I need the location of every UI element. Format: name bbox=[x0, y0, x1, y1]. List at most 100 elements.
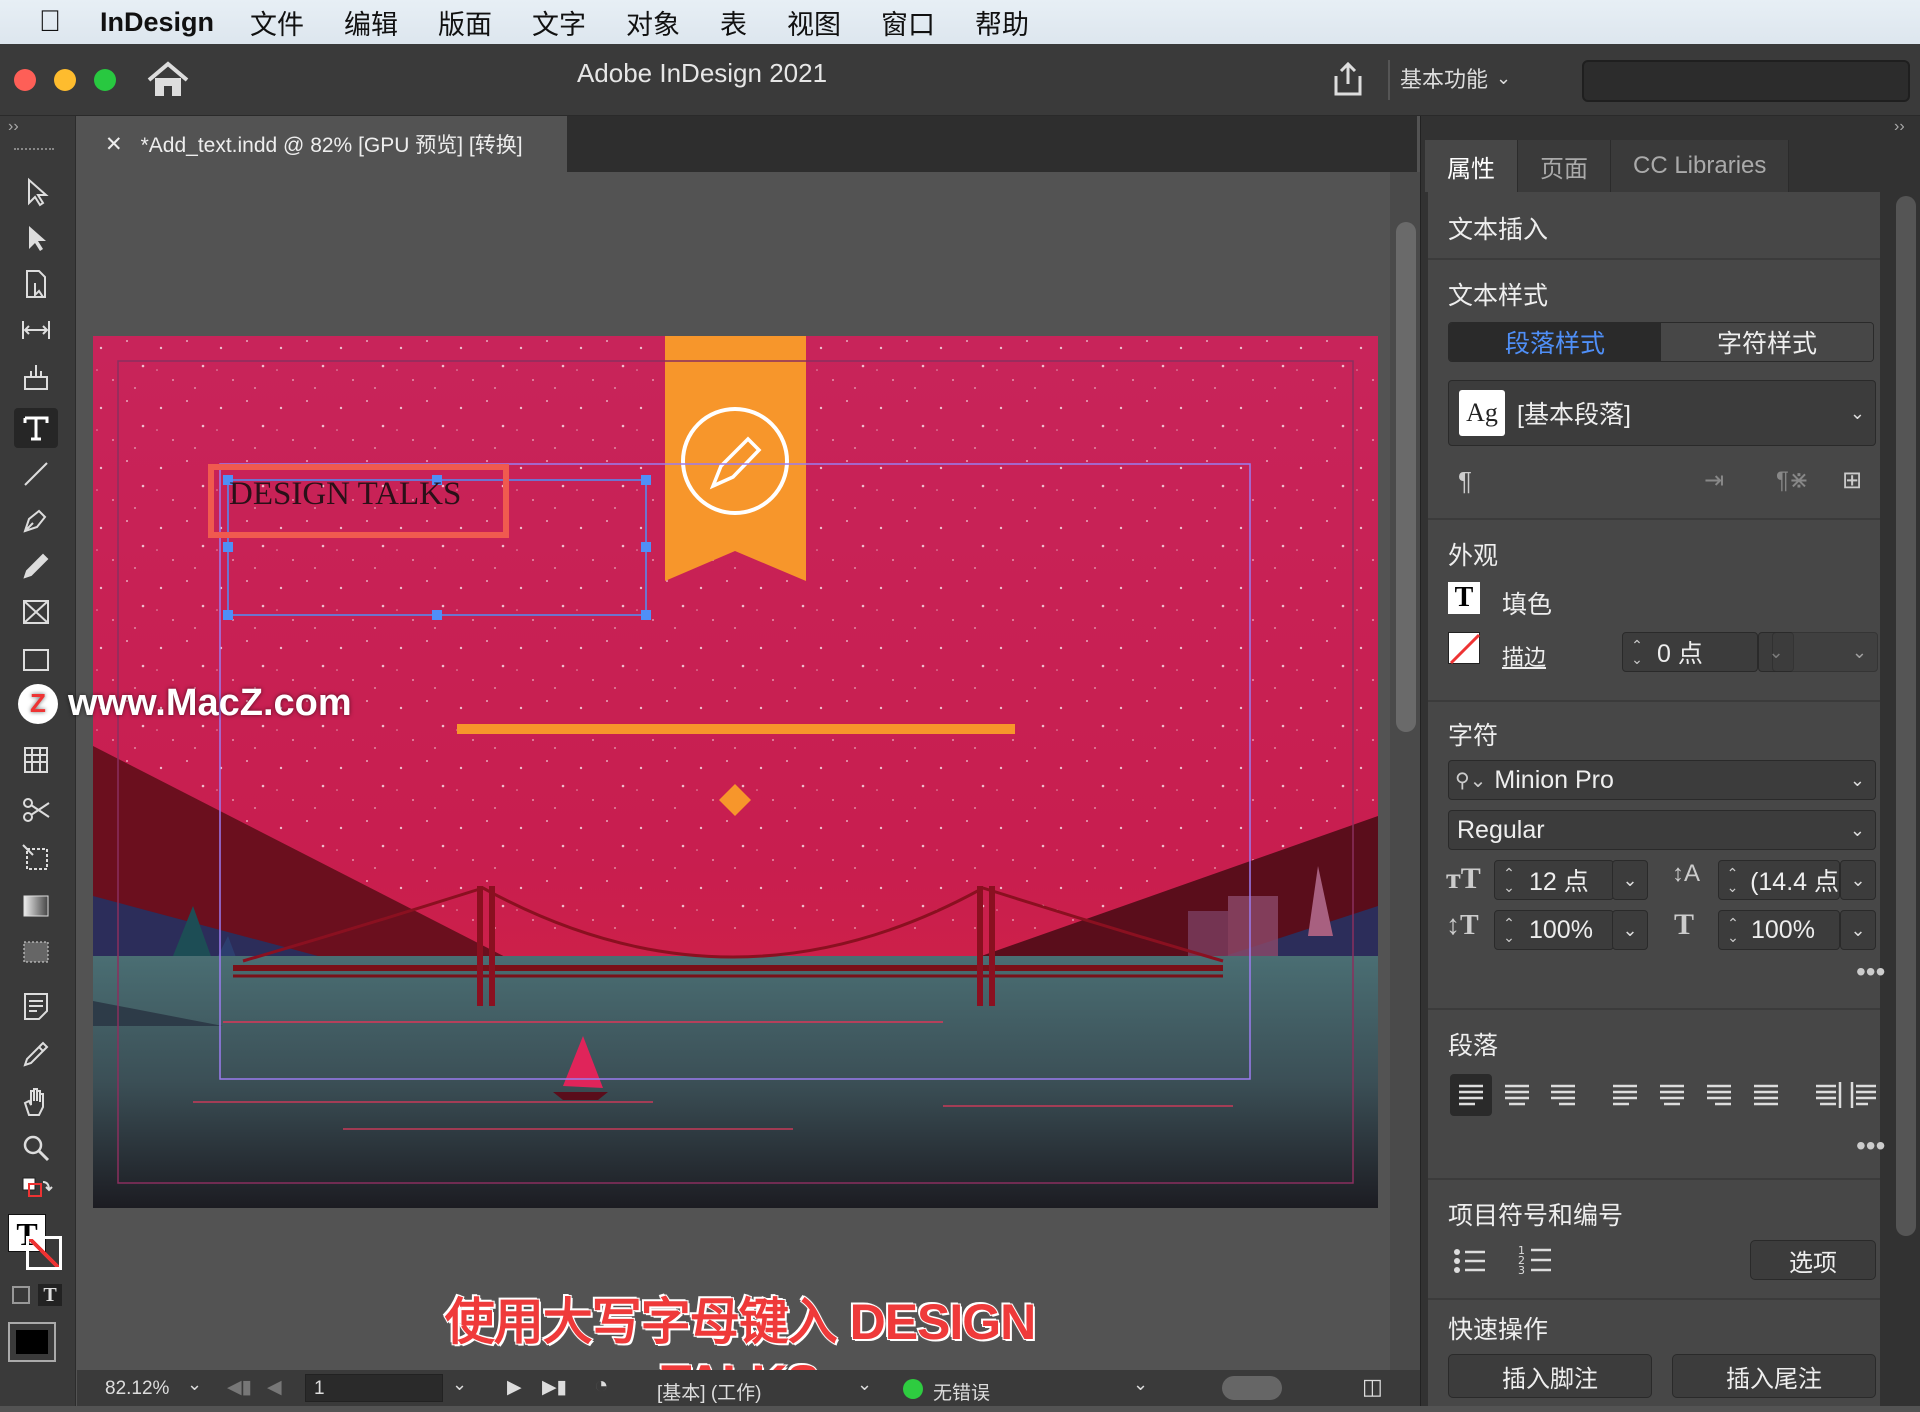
horizontal-scrollbar-thumb[interactable] bbox=[1222, 1376, 1282, 1400]
note-tool-icon[interactable] bbox=[14, 986, 58, 1026]
toolbar-grip[interactable] bbox=[14, 148, 54, 152]
leading-dropdown[interactable]: ⌄ bbox=[1840, 860, 1876, 900]
stepper-icon[interactable]: ⌃ ⌄ bbox=[1495, 866, 1523, 894]
direct-selection-tool-icon[interactable] bbox=[14, 218, 58, 258]
scrollbar-thumb[interactable] bbox=[1396, 222, 1416, 732]
stepper-icon[interactable]: ⌃ ⌄ bbox=[1495, 916, 1523, 944]
vertical-scale-field[interactable]: ⌃ ⌄ 100% bbox=[1494, 910, 1614, 950]
table-tool-icon[interactable] bbox=[14, 740, 58, 780]
paragraph-style-tab[interactable]: 段落样式 bbox=[1449, 323, 1661, 361]
collapse-panel-icon[interactable]: ›› bbox=[1894, 118, 1905, 136]
stroke-type-dropdown[interactable]: ⌄ bbox=[1772, 632, 1878, 672]
bullets-options-button[interactable]: 选项 bbox=[1750, 1240, 1876, 1280]
tab-properties[interactable]: 属性 bbox=[1425, 140, 1518, 192]
chevron-down-icon[interactable]: ⌄ bbox=[187, 1374, 202, 1395]
tab-pages[interactable]: 页面 bbox=[1518, 140, 1611, 192]
stroke-weight-field[interactable]: ⌃ ⌄ 0 点 bbox=[1622, 632, 1758, 672]
eyedropper-tool-icon[interactable] bbox=[14, 1034, 58, 1074]
horizontal-scale-field[interactable]: ⌃ ⌄ 100% bbox=[1718, 910, 1840, 950]
font-size-field[interactable]: ⌃ ⌄ 12 点 bbox=[1494, 860, 1614, 900]
more-options-icon[interactable]: ••• bbox=[1856, 958, 1885, 986]
rectangle-frame-tool-icon[interactable] bbox=[14, 592, 58, 632]
page-options-icon[interactable]: ◔ bbox=[594, 1372, 609, 1400]
content-collector-icon[interactable] bbox=[14, 356, 58, 396]
bulleted-list-icon[interactable] bbox=[1452, 1246, 1488, 1276]
fill-stroke-swatch[interactable]: T bbox=[8, 1214, 62, 1270]
stepper-icon[interactable]: ⌃ ⌄ bbox=[1719, 866, 1746, 894]
stroke-swatch-icon[interactable] bbox=[1448, 632, 1481, 665]
apple-icon[interactable]:  bbox=[0, 5, 100, 39]
horizontal-scale-dropdown[interactable]: ⌄ bbox=[1840, 910, 1876, 950]
search-input[interactable] bbox=[1582, 60, 1910, 102]
menu-table[interactable]: 表 bbox=[720, 3, 747, 42]
load-styles-icon[interactable]: ⇥ bbox=[1704, 466, 1724, 495]
menu-edit[interactable]: 编辑 bbox=[344, 3, 398, 42]
gradient-swatch-tool-icon[interactable] bbox=[14, 886, 58, 926]
menu-app-name[interactable]: InDesign bbox=[100, 7, 214, 38]
gradient-feather-tool-icon[interactable] bbox=[14, 932, 58, 972]
menu-view[interactable]: 视图 bbox=[787, 3, 841, 42]
gap-tool-icon[interactable] bbox=[14, 310, 58, 350]
next-page-icon[interactable]: ▶ bbox=[507, 1376, 522, 1399]
text-frame-content[interactable]: DESIGN TALKS bbox=[229, 476, 461, 513]
paragraph-style-dropdown[interactable]: Ag [基本段落] ⌄ bbox=[1448, 380, 1876, 446]
collapse-toolbar-icon[interactable]: ›› bbox=[8, 118, 19, 136]
preflight-status[interactable]: 无错误 bbox=[933, 1378, 990, 1405]
character-style-tab[interactable]: 字符样式 bbox=[1661, 323, 1873, 361]
menu-help[interactable]: 帮助 bbox=[975, 3, 1029, 42]
panel-scrollbar[interactable] bbox=[1896, 196, 1916, 1236]
font-family-dropdown[interactable]: ⚲⌄ Minion Pro ⌄ bbox=[1448, 760, 1876, 800]
menu-object[interactable]: 对象 bbox=[626, 3, 680, 42]
page-tool-icon[interactable] bbox=[14, 264, 58, 304]
type-tool-icon[interactable] bbox=[14, 408, 58, 448]
chevron-down-icon[interactable]: ⌄ bbox=[452, 1374, 467, 1395]
pen-tool-icon[interactable] bbox=[14, 500, 58, 540]
stepper-icon[interactable]: ⌃ ⌄ bbox=[1623, 638, 1651, 666]
share-icon[interactable] bbox=[1330, 60, 1366, 98]
more-options-icon[interactable]: ••• bbox=[1856, 1132, 1885, 1160]
first-page-icon[interactable]: ◀▮ bbox=[227, 1376, 252, 1399]
previous-page-icon[interactable]: ◀ bbox=[267, 1376, 282, 1399]
chevron-down-icon[interactable]: ⌄ bbox=[1133, 1374, 1148, 1395]
master-style-label[interactable]: [基本] (工作) bbox=[657, 1378, 762, 1405]
chevron-down-icon[interactable]: ⌄ bbox=[857, 1374, 872, 1395]
new-style-icon[interactable]: ⊞ bbox=[1842, 466, 1862, 495]
stepper-icon[interactable]: ⌃ ⌄ bbox=[1719, 916, 1747, 944]
stroke-label[interactable]: 描边 bbox=[1502, 640, 1546, 672]
font-style-dropdown[interactable]: Regular ⌄ bbox=[1448, 810, 1876, 850]
rectangle-tool-icon[interactable] bbox=[14, 640, 58, 680]
paragraph-mark-icon[interactable]: ¶ bbox=[1458, 466, 1472, 497]
numbered-list-icon[interactable]: 123 bbox=[1518, 1244, 1554, 1276]
hand-tool-icon[interactable] bbox=[14, 1082, 58, 1122]
document-page[interactable]: DESIGN TALKS bbox=[93, 336, 1378, 1208]
formatting-container-icon[interactable] bbox=[12, 1286, 30, 1304]
scissors-tool-icon[interactable] bbox=[14, 790, 58, 830]
default-fill-stroke-icon[interactable] bbox=[14, 1176, 58, 1206]
insert-footnote-button[interactable]: 插入脚注 bbox=[1448, 1354, 1652, 1398]
leading-field[interactable]: ⌃ ⌄ (14.4 点 bbox=[1718, 860, 1840, 900]
workspace-switcher[interactable]: 基本功能 ⌄ bbox=[1400, 62, 1511, 94]
view-mode-button[interactable] bbox=[8, 1322, 56, 1362]
clear-overrides-icon[interactable]: ¶⋇ bbox=[1776, 466, 1809, 495]
line-tool-icon[interactable] bbox=[14, 454, 58, 494]
menu-type[interactable]: 文字 bbox=[532, 3, 586, 42]
menu-file[interactable]: 文件 bbox=[250, 3, 304, 42]
close-icon[interactable]: ✕ bbox=[105, 132, 123, 157]
tab-cc-libraries[interactable]: CC Libraries bbox=[1611, 140, 1790, 192]
free-transform-tool-icon[interactable] bbox=[14, 838, 58, 878]
font-size-dropdown[interactable]: ⌄ bbox=[1612, 860, 1648, 900]
fill-swatch-icon[interactable]: T bbox=[1448, 582, 1480, 614]
insert-endnote-button[interactable]: 插入尾注 bbox=[1672, 1354, 1876, 1398]
selection-tool-icon[interactable] bbox=[14, 172, 58, 212]
vertical-scale-dropdown[interactable]: ⌄ bbox=[1612, 910, 1648, 950]
pencil-tool-icon[interactable] bbox=[14, 546, 58, 586]
zoom-tool-icon[interactable] bbox=[14, 1128, 58, 1168]
last-page-icon[interactable]: ▶▮ bbox=[542, 1376, 567, 1399]
menu-layout[interactable]: 版面 bbox=[438, 3, 492, 42]
zoom-level[interactable]: 82.12% bbox=[105, 1378, 169, 1400]
formatting-text-icon[interactable]: T bbox=[38, 1284, 62, 1306]
menu-window[interactable]: 窗口 bbox=[881, 3, 935, 42]
split-view-icon[interactable]: ◫ bbox=[1362, 1374, 1383, 1400]
page-number-field[interactable]: 1 bbox=[305, 1374, 443, 1402]
document-tab[interactable]: ✕ *Add_text.indd @ 82% [GPU 预览] [转换] bbox=[77, 116, 567, 172]
